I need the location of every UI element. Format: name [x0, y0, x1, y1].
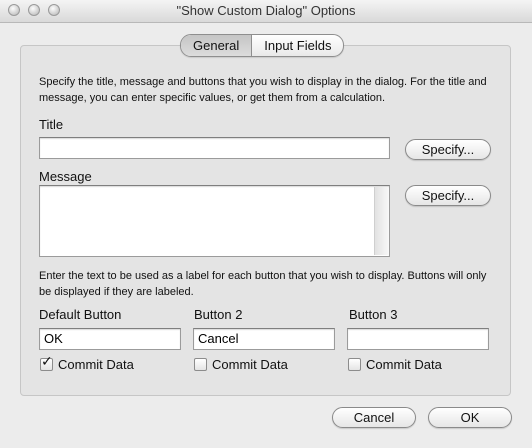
default-button-field[interactable]: OK — [39, 328, 181, 350]
general-intro-text: Specify the title, message and buttons t… — [39, 76, 487, 104]
button-2-commit-checkbox[interactable] — [194, 358, 207, 371]
default-button-label: Default Button — [39, 307, 122, 322]
cancel-button[interactable]: Cancel — [332, 407, 416, 428]
button-2-label: Button 2 — [194, 307, 243, 322]
title-label: Title — [39, 117, 64, 132]
button-2-field[interactable]: Cancel — [193, 328, 335, 350]
message-field[interactable] — [39, 185, 390, 257]
buttons-intro-text: Enter the text to be used as a label for… — [39, 270, 487, 298]
button-3-field[interactable] — [347, 328, 489, 350]
button-3-commit-label: Commit Data — [366, 357, 442, 372]
ok-button[interactable]: OK — [428, 407, 512, 428]
default-button-commit[interactable]: ✓ Commit Data — [40, 354, 134, 372]
button-2-commit-label: Commit Data — [212, 357, 288, 372]
title-field[interactable] — [39, 137, 390, 159]
message-scrollbar[interactable] — [374, 187, 388, 255]
title-specify-button[interactable]: Specify... — [405, 139, 491, 160]
window-title: "Show Custom Dialog" Options — [176, 3, 356, 18]
message-label: Message — [39, 169, 92, 184]
title-bar: "Show Custom Dialog" Options — [0, 0, 532, 23]
button-2-commit[interactable]: Commit Data — [194, 357, 288, 372]
tab-input-fields[interactable]: Input Fields — [252, 35, 343, 56]
button-3-commit[interactable]: Commit Data — [348, 357, 442, 372]
button-3-commit-checkbox[interactable] — [348, 358, 361, 371]
message-specify-button[interactable]: Specify... — [405, 185, 491, 206]
tab-bar: General Input Fields — [180, 34, 345, 57]
tab-general[interactable]: General — [181, 35, 253, 56]
checkmark-icon: ✓ — [41, 354, 53, 370]
default-button-commit-checkbox[interactable]: ✓ — [40, 354, 53, 371]
default-button-commit-label: Commit Data — [58, 357, 134, 372]
button-3-label: Button 3 — [349, 307, 398, 322]
